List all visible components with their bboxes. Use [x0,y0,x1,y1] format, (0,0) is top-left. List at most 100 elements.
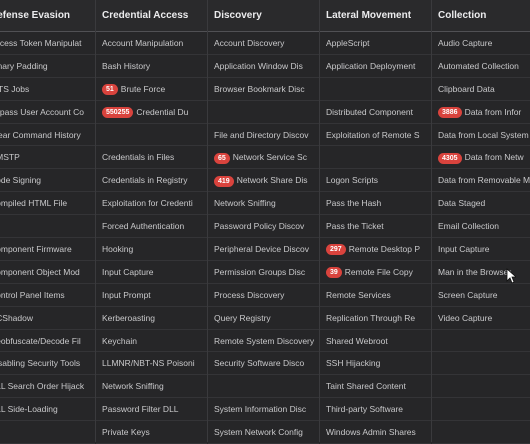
technique-label: Data from Infor [464,106,522,117]
technique-cell[interactable]: Input Capture [432,238,530,261]
technique-cell[interactable]: Browser Bookmark Disc [208,78,319,101]
technique-cell[interactable]: System Network Config [208,421,319,444]
technique-cell[interactable]: Distributed Component [320,101,431,124]
technique-cell[interactable]: Screen Capture [432,284,530,307]
technique-cell[interactable]: SSH Hijacking [320,352,431,376]
technique-cell[interactable]: 51 Brute Force [96,78,207,101]
technique-cell[interactable]: Deobfuscate/Decode Fil [0,330,95,353]
technique-cell[interactable]: Windows Admin Shares [320,421,431,444]
technique-cell[interactable]: System Information Disc [208,398,319,422]
technique-cell[interactable]: Compiled HTML File [0,192,95,216]
technique-cell[interactable]: Kerberoasting [96,307,207,330]
technique-label: Automated Collection [438,60,519,71]
technique-cell[interactable]: 39 Remote File Copy [320,261,431,284]
technique-cell[interactable]: Password Policy Discov [208,215,319,239]
technique-cell[interactable]: Video Capture [432,307,530,330]
technique-label: Replication Through Re [326,312,416,323]
technique-cell[interactable]: 4305 Data from Netw [432,146,530,170]
empty-cell [432,330,530,353]
technique-cell[interactable]: Remote System Discovery [208,330,319,353]
technique-cell[interactable]: Email Collection [432,215,530,239]
technique-cell[interactable]: Security Software Disco [208,352,319,376]
technique-cell[interactable]: Replication Through Re [320,307,431,330]
technique-cell[interactable]: CMSTP [0,146,95,170]
technique-cell[interactable]: Keychain [96,330,207,353]
technique-cell[interactable]: Credentials in Files [96,146,207,170]
technique-cell[interactable]: Application Deployment [320,55,431,78]
mouse-pointer-icon [506,268,516,284]
technique-cell[interactable]: Code Signing [0,169,95,193]
technique-cell[interactable]: Input Capture [96,261,207,284]
technique-cell[interactable]: Account Manipulation [96,32,207,55]
technique-cell[interactable]: Data from Removable M [432,169,530,193]
technique-cell[interactable]: Component Object Mod [0,261,95,284]
technique-cell[interactable]: Shared Webroot [320,330,431,353]
technique-cell[interactable]: Pass the Ticket [320,215,431,239]
technique-label: Component Firmware [0,244,72,255]
technique-label: Man in the Browser [438,266,512,277]
technique-cell[interactable]: Exploitation for Credenti [96,192,207,216]
technique-cell[interactable]: Bash History [96,55,207,78]
technique-cell[interactable]: DLL Side-Loading [0,398,95,422]
tactic-column: Lateral Movement AppleScript Application D… [320,0,432,444]
technique-cell[interactable]: Exploitation of Remote S [320,124,431,147]
technique-cell[interactable]: Third-party Software [320,398,431,422]
technique-cell[interactable]: Taint Shared Content [320,375,431,399]
technique-cell[interactable]: Application Window Dis [208,55,319,78]
technique-cell[interactable]: Credentials in Registry [96,169,207,193]
technique-cell[interactable]: Audio Capture [432,32,530,55]
technique-cell[interactable]: Peripheral Device Discov [208,238,319,261]
technique-cell[interactable]: Network Sniffing [96,375,207,399]
tactic-header[interactable]: Defense Evasion [0,0,95,32]
technique-label: Query Registry [214,312,271,323]
technique-cell[interactable]: 419 Network Share Dis [208,169,319,193]
technique-cell[interactable]: Private Keys [96,421,207,444]
technique-label: Clipboard Data [438,83,495,94]
technique-label: Hooking [102,244,134,255]
empty-cell [432,352,530,376]
technique-cell[interactable]: Account Discovery [208,32,319,55]
technique-cell[interactable]: 550255 Credential Du [96,101,207,124]
technique-cell[interactable]: AppleScript [320,32,431,55]
empty-cell [96,124,207,147]
technique-label: Network Service Sc [232,152,307,163]
technique-cell[interactable]: File and Directory Discov [208,124,319,147]
technique-cell[interactable]: Password Filter DLL [96,398,207,422]
technique-cell[interactable]: Process Discovery [208,284,319,307]
technique-cell[interactable]: Hooking [96,238,207,261]
technique-cell[interactable]: 297 Remote Desktop P [320,238,431,261]
technique-cell[interactable]: Disabling Security Tools [0,352,95,376]
technique-cell[interactable]: Forced Authentication [96,215,207,239]
tactic-header[interactable]: Collection [432,0,530,32]
technique-cell[interactable]: BITS Jobs [0,78,95,101]
technique-cell[interactable]: Control Panel Items [0,284,95,307]
technique-cell[interactable]: Clipboard Data [432,78,530,101]
technique-label: Exploitation of Remote S [326,129,420,140]
tactic-header[interactable]: Lateral Movement [320,0,431,32]
technique-cell[interactable]: 3886 Data from Infor [432,101,530,124]
technique-cell[interactable]: Query Registry [208,307,319,330]
technique-cell[interactable]: Bypass User Account Co [0,101,95,124]
technique-cell[interactable]: DLL Search Order Hijack [0,375,95,399]
technique-cell[interactable]: Data Staged [432,192,530,216]
technique-label: Video Capture [438,312,493,323]
technique-cell[interactable]: 65 Network Service Sc [208,146,319,170]
technique-cell[interactable]: Component Firmware [0,238,95,261]
technique-cell[interactable]: Input Prompt [96,284,207,307]
technique-cell[interactable]: Data from Local System [432,124,530,147]
technique-cell[interactable]: Pass the Hash [320,192,431,216]
technique-cell[interactable]: Access Token Manipulat [0,32,95,55]
technique-cell[interactable]: Network Sniffing [208,192,319,216]
tactic-header[interactable]: Credential Access [96,0,207,32]
technique-cell[interactable]: Automated Collection [432,55,530,78]
technique-cell[interactable]: Remote Services [320,284,431,307]
tactic-column: Defense Evasion Access Token Manipulat Bin… [0,0,96,444]
technique-cell[interactable]: Logon Scripts [320,169,431,193]
technique-cell[interactable]: Permission Groups Disc [208,261,319,284]
tactic-header[interactable]: Discovery [208,0,319,32]
technique-cell[interactable]: LLMNR/NBT-NS Poisoni [96,352,207,376]
technique-cell[interactable]: Clear Command History [0,124,95,147]
technique-cell[interactable]: Binary Padding [0,55,95,78]
technique-label: DCShadow [0,312,33,323]
technique-cell[interactable]: DCShadow [0,307,95,330]
